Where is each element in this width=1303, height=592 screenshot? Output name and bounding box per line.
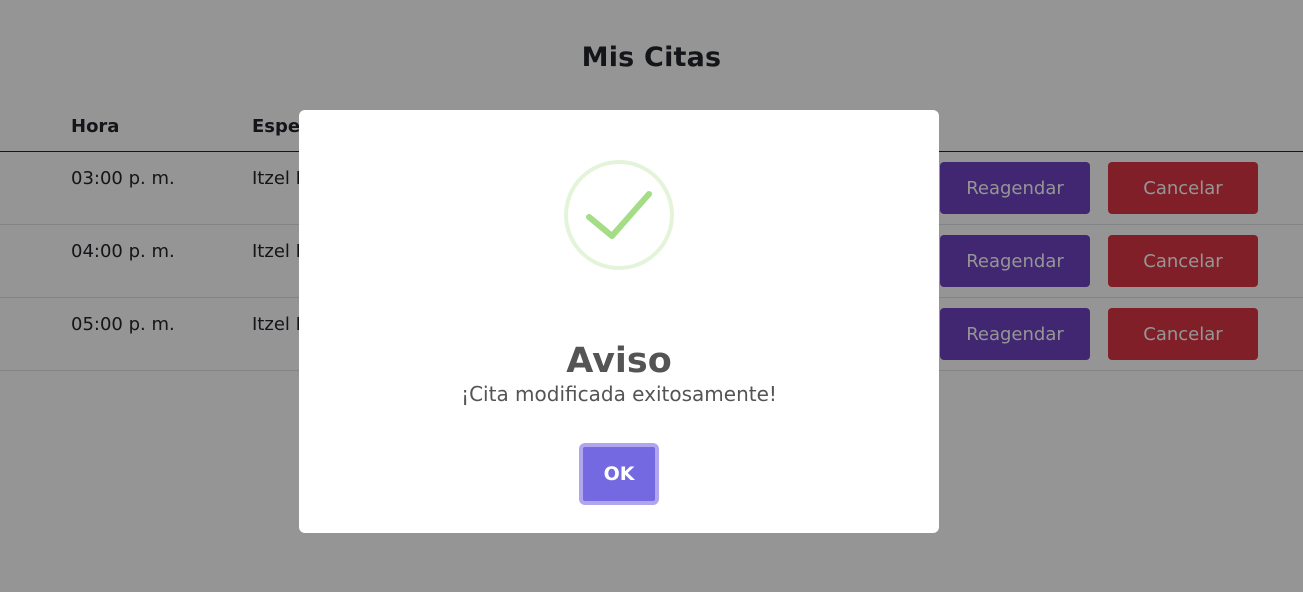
dialog-message: ¡Cita modificada exitosamente! bbox=[461, 382, 777, 406]
ok-button[interactable]: OK bbox=[579, 443, 659, 505]
alert-dialog: Aviso ¡Cita modificada exitosamente! OK bbox=[299, 110, 939, 533]
dialog-title: Aviso bbox=[566, 341, 672, 382]
success-ring bbox=[564, 160, 674, 270]
success-check-icon bbox=[564, 160, 674, 270]
success-check bbox=[586, 191, 652, 239]
